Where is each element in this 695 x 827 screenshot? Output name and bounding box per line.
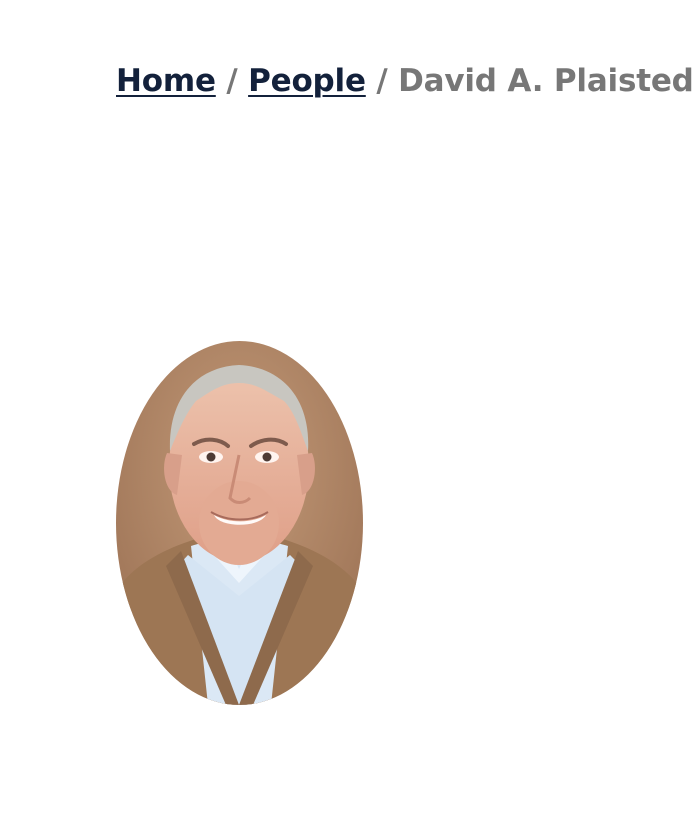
breadcrumb-separator: / bbox=[226, 63, 238, 99]
profile-photo bbox=[116, 341, 363, 705]
breadcrumb-current-page: David A. Plaisted bbox=[398, 63, 694, 99]
breadcrumb-home-link[interactable]: Home bbox=[116, 63, 216, 99]
breadcrumb-separator: / bbox=[376, 63, 388, 99]
person-portrait-icon bbox=[116, 341, 363, 705]
breadcrumb-people-link[interactable]: People bbox=[248, 63, 366, 99]
breadcrumb: Home / People / David A. Plaisted bbox=[116, 58, 694, 104]
